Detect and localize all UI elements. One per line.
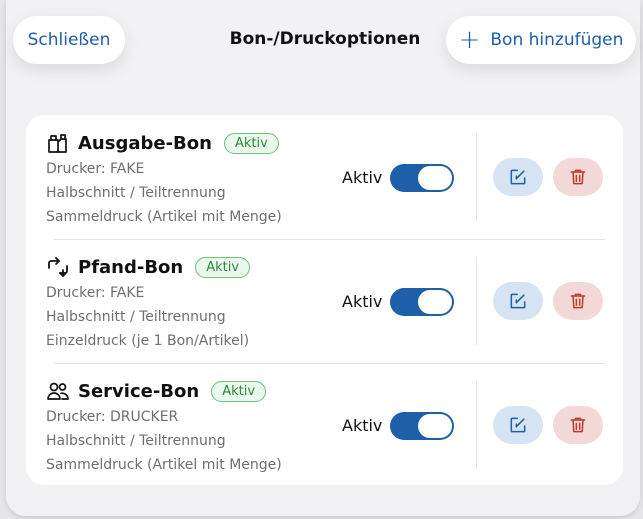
edit-button[interactable] — [493, 158, 543, 196]
cut-detail: Halbschnitt / Teiltrennung — [46, 185, 226, 201]
item-name: Pfand-Bon — [78, 256, 184, 278]
close-button-label: Schließen — [27, 30, 111, 50]
trash-icon — [570, 293, 586, 309]
toggle-label: Aktiv — [342, 416, 383, 435]
trash-icon — [570, 169, 586, 185]
modal-header: Schließen Bon-/Druckoptionen + Bon hinzu… — [0, 0, 643, 90]
people-icon — [47, 382, 69, 400]
active-toggle[interactable] — [390, 164, 454, 192]
delete-button[interactable] — [553, 282, 603, 320]
printer-detail: Drucker: FAKE — [46, 161, 145, 177]
page-title: Bon-/Druckoptionen — [229, 29, 421, 49]
toggle-label: Aktiv — [342, 168, 383, 187]
swap-arrows-icon — [48, 257, 68, 277]
toggle-knob — [418, 166, 452, 190]
active-toggle[interactable] — [390, 288, 454, 316]
print-mode-detail: Einzeldruck (je 1 Bon/Artikel) — [46, 333, 250, 349]
receipt-bag-icon — [48, 134, 67, 153]
item-name: Ausgabe-Bon — [78, 132, 212, 154]
cut-detail: Halbschnitt / Teiltrennung — [46, 309, 226, 325]
cut-detail: Halbschnitt / Teiltrennung — [46, 433, 226, 449]
list-item-pfand-bon: Pfand-Bon Aktiv Drucker: FAKE Halbschnit… — [26, 239, 623, 363]
trash-icon — [570, 417, 586, 433]
edit-button[interactable] — [493, 282, 543, 320]
delete-button[interactable] — [553, 406, 603, 444]
close-button[interactable]: Schließen — [13, 16, 125, 64]
bon-list: Ausgabe-Bon Aktiv Drucker: FAKE Halbschn… — [26, 115, 623, 485]
divider — [476, 381, 477, 469]
edit-icon — [510, 169, 526, 185]
print-mode-detail: Sammeldruck (Artikel mit Menge) — [46, 457, 282, 473]
add-bon-button-label: Bon hinzufügen — [490, 30, 624, 50]
toggle-label: Aktiv — [342, 292, 383, 311]
active-toggle[interactable] — [390, 412, 454, 440]
edit-button[interactable] — [493, 406, 543, 444]
status-badge: Aktiv — [211, 380, 267, 402]
list-item-service-bon: Service-Bon Aktiv Drucker: DRUCKER Halbs… — [26, 363, 623, 487]
toggle-knob — [418, 290, 452, 314]
item-name: Service-Bon — [78, 380, 200, 402]
toggle-knob — [418, 414, 452, 438]
status-badge: Aktiv — [195, 256, 251, 278]
add-bon-button[interactable]: + Bon hinzufügen — [446, 16, 636, 64]
print-mode-detail: Sammeldruck (Artikel mit Menge) — [46, 209, 282, 225]
item-title-line: Ausgabe-Bon Aktiv — [46, 131, 279, 155]
divider — [476, 257, 477, 345]
plus-icon: + — [458, 25, 481, 55]
delete-button[interactable] — [553, 158, 603, 196]
item-title-line: Service-Bon Aktiv — [46, 379, 267, 403]
status-badge: Aktiv — [223, 132, 279, 154]
edit-icon — [510, 293, 526, 309]
list-item-ausgabe-bon: Ausgabe-Bon Aktiv Drucker: FAKE Halbschn… — [26, 115, 623, 239]
divider — [476, 133, 477, 221]
edit-icon — [510, 417, 526, 433]
item-title-line: Pfand-Bon Aktiv — [46, 255, 251, 279]
printer-detail: Drucker: DRUCKER — [46, 409, 179, 425]
printer-detail: Drucker: FAKE — [46, 285, 145, 301]
